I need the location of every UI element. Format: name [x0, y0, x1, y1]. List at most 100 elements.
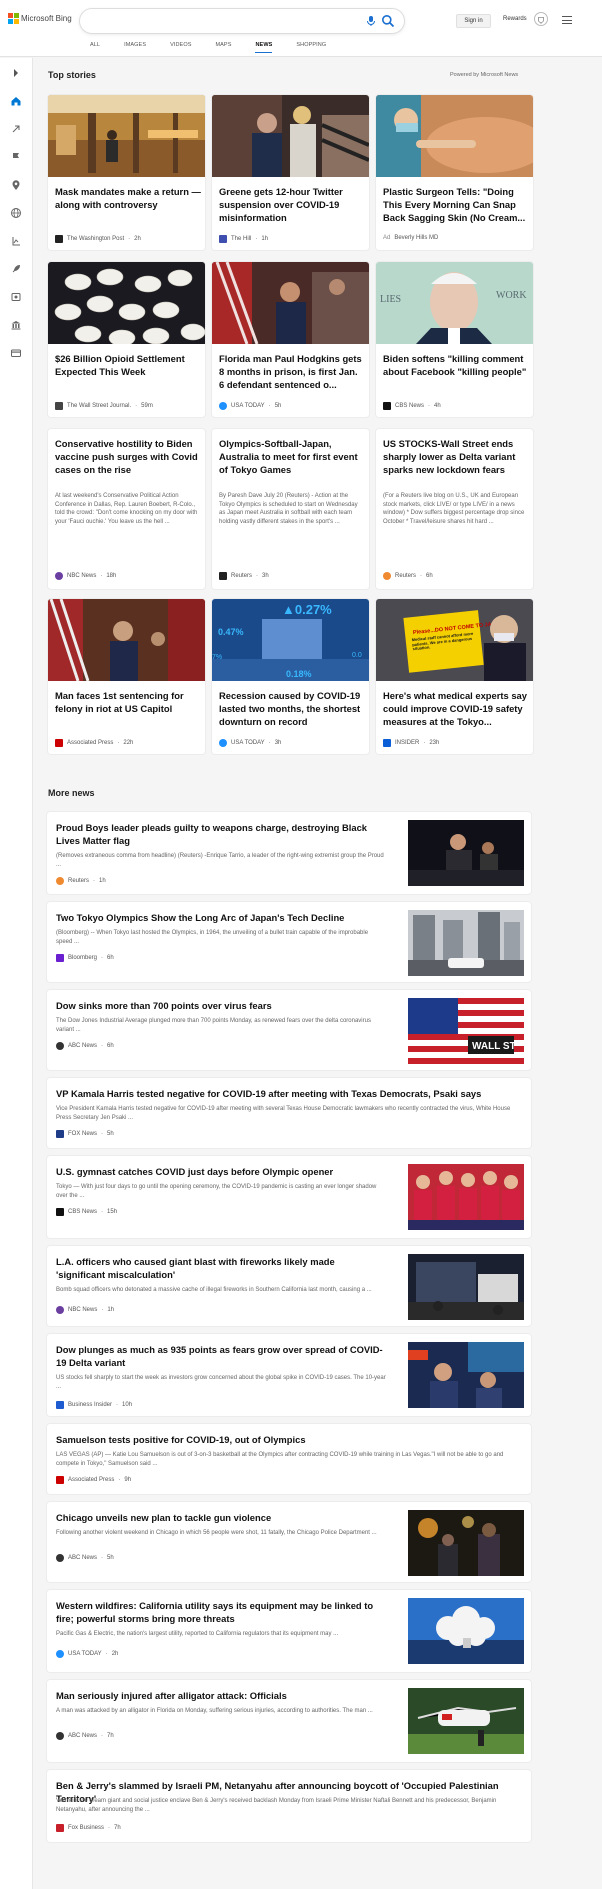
- news-thumbnail: WALL ST: [408, 998, 524, 1064]
- story-card[interactable]: Conservative hostility to Biden vaccine …: [48, 429, 205, 589]
- tab-maps[interactable]: MAPS: [215, 42, 231, 53]
- news-snippet: (Bloomberg) -- When Tokyo last hosted th…: [56, 930, 369, 945]
- mic-icon[interactable]: [365, 15, 377, 27]
- story-source: Associated Press · 22h: [55, 739, 133, 747]
- bloomberg-icon: [56, 954, 64, 962]
- story-source: USA TODAY · 3h: [219, 739, 281, 747]
- news-list-item[interactable]: Two Tokyo Olympics Show the Long Arc of …: [47, 902, 531, 982]
- story-card[interactable]: Please...DO NOT COME TO JAPAN Medical st…: [376, 599, 533, 754]
- location-icon[interactable]: [10, 178, 22, 190]
- news-list-item[interactable]: Ben & Jerry's slammed by Israeli PM, Net…: [47, 1770, 531, 1842]
- ad-label: Ad: [383, 235, 391, 241]
- story-thumbnail: [212, 95, 369, 177]
- news-snippet: Bomb squad officers who detonated a mass…: [56, 1287, 372, 1293]
- news-snippet: (Removes extraneous comma from headline)…: [56, 853, 384, 868]
- usa-today-icon: [219, 739, 227, 747]
- news-title: U.S. gymnast catches COVID just days bef…: [56, 1166, 334, 1177]
- news-source: ABC News · 5h: [56, 1554, 114, 1562]
- story-card[interactable]: US STOCKS-Wall Street ends sharply lower…: [376, 429, 533, 589]
- bank-icon[interactable]: [10, 318, 22, 330]
- news-list-item[interactable]: Western wildfires: California utility sa…: [47, 1590, 531, 1672]
- story-title: Man faces 1st sentencing for felony in r…: [55, 690, 184, 714]
- story-source: Reuters · 6h: [383, 572, 433, 580]
- story-card[interactable]: Mask mandates make a return — along with…: [48, 95, 205, 250]
- news-source: Associated Press · 9h: [56, 1476, 131, 1484]
- flame-icon[interactable]: [10, 122, 22, 134]
- fox-news-icon: [56, 1130, 64, 1138]
- abc-news-icon: [56, 1732, 64, 1740]
- news-source: Reuters · 1h: [56, 877, 106, 885]
- sign-in-button[interactable]: Sign in: [456, 14, 491, 28]
- card-icon[interactable]: [10, 346, 22, 358]
- news-snippet: LAS VEGAS (AP) — Katie Lou Samuelson is …: [56, 1452, 504, 1467]
- news-list-item[interactable]: Dow sinks more than 700 points over viru…: [47, 990, 531, 1070]
- stock-figure: 0.47%: [218, 627, 244, 637]
- news-thumbnail: [408, 1342, 524, 1408]
- nbc-news-icon: [55, 572, 63, 580]
- story-source: USA TODAY · 5h: [219, 402, 281, 410]
- news-list-item[interactable]: U.S. gymnast catches COVID just days bef…: [47, 1156, 531, 1238]
- story-title: Recession caused by COVID-19 lasted two …: [219, 690, 361, 727]
- flag-icon[interactable]: [10, 150, 22, 162]
- bing-logo[interactable]: Microsoft Bing: [8, 13, 72, 24]
- story-title: Olympics-Softball-Japan, Australia to me…: [219, 438, 358, 475]
- story-card[interactable]: LIES WORK Biden softens "killing comment…: [376, 262, 533, 417]
- story-card[interactable]: $26 Billion Opioid Settlement Expected T…: [48, 262, 205, 417]
- story-card[interactable]: Plastic Surgeon Tells: "Doing This Every…: [376, 95, 533, 250]
- news-list-item[interactable]: Proud Boys leader pleads guilty to weapo…: [47, 812, 531, 894]
- expand-icon[interactable]: [10, 66, 22, 78]
- insider-icon: [383, 739, 391, 747]
- story-snippet: (For a Reuters live blog on U.S., UK and…: [383, 493, 525, 525]
- story-source: Ad Beverly Hills MD: [383, 235, 439, 241]
- tab-all[interactable]: ALL: [90, 42, 100, 53]
- news-snippet: A man was attacked by an alligator in Fl…: [56, 1708, 373, 1714]
- story-thumbnail: [48, 262, 205, 344]
- news-list-item[interactable]: Man seriously injured after alligator at…: [47, 1680, 531, 1762]
- news-title: Two Tokyo Olympics Show the Long Arc of …: [56, 912, 345, 923]
- category-sidebar: [0, 58, 33, 1889]
- story-thumbnail: [376, 95, 533, 177]
- story-card[interactable]: Florida man Paul Hodgkins gets 8 months …: [212, 262, 369, 417]
- home-icon[interactable]: [10, 94, 22, 106]
- top-header: Microsoft Bing Sign in Rewards ALL IMAGE…: [0, 0, 602, 57]
- rewards-icon[interactable]: [534, 12, 548, 26]
- menu-icon[interactable]: [562, 16, 572, 24]
- news-list-item[interactable]: Dow plunges as much as 935 points as fea…: [47, 1334, 531, 1416]
- rocket-icon[interactable]: [10, 262, 22, 274]
- tab-videos[interactable]: VIDEOS: [170, 42, 191, 53]
- story-card[interactable]: Man faces 1st sentencing for felony in r…: [48, 599, 205, 754]
- story-thumbnail: [48, 599, 205, 681]
- search-icon[interactable]: [381, 14, 395, 28]
- associated-press-icon: [55, 739, 63, 747]
- story-source: The Wall Street Journal. · 59m: [55, 402, 153, 410]
- stock-figure: 0.18%: [286, 669, 312, 679]
- news-source: CBS News · 15h: [56, 1208, 117, 1216]
- tab-news[interactable]: NEWS: [255, 42, 273, 53]
- news-list-item[interactable]: VP Kamala Harris tested negative for COV…: [47, 1078, 531, 1148]
- news-title: Samuelson tests positive for COVID-19, o…: [56, 1434, 306, 1445]
- story-card[interactable]: Olympics-Softball-Japan, Australia to me…: [212, 429, 369, 589]
- story-source: The Washington Post · 2h: [55, 235, 141, 243]
- tab-shopping[interactable]: SHOPPING: [296, 42, 326, 53]
- stock-figure: 0.0: [352, 652, 362, 659]
- rewards-link[interactable]: Rewards: [503, 16, 527, 22]
- news-list-item[interactable]: L.A. officers who caused giant blast wit…: [47, 1246, 531, 1326]
- search-input[interactable]: [80, 9, 404, 33]
- news-thumbnail: [408, 910, 524, 976]
- lies-backdrop-text: LIES: [380, 294, 401, 305]
- news-list-item[interactable]: Chicago unveils new plan to tackle gun v…: [47, 1502, 531, 1582]
- associated-press-icon: [56, 1476, 64, 1484]
- story-title: Conservative hostility to Biden vaccine …: [55, 438, 198, 475]
- news-title: Dow sinks more than 700 points over viru…: [56, 1000, 272, 1011]
- globe-icon[interactable]: [10, 206, 22, 218]
- news-list-item[interactable]: Samuelson tests positive for COVID-19, o…: [47, 1424, 531, 1494]
- tab-images[interactable]: IMAGES: [124, 42, 146, 53]
- wall-st-sign-text: WALL ST: [472, 1041, 516, 1052]
- science-icon[interactable]: [10, 234, 22, 246]
- usa-today-icon: [219, 402, 227, 410]
- story-card[interactable]: Greene gets 12-hour Twitter suspension o…: [212, 95, 369, 250]
- story-thumbnail: [212, 262, 369, 344]
- story-title: Here's what medical experts say could im…: [383, 690, 527, 727]
- entertainment-icon[interactable]: [10, 290, 22, 302]
- story-card[interactable]: ▲0.27% 0.47% 7% 0.18% 0.0 Recession caus…: [212, 599, 369, 754]
